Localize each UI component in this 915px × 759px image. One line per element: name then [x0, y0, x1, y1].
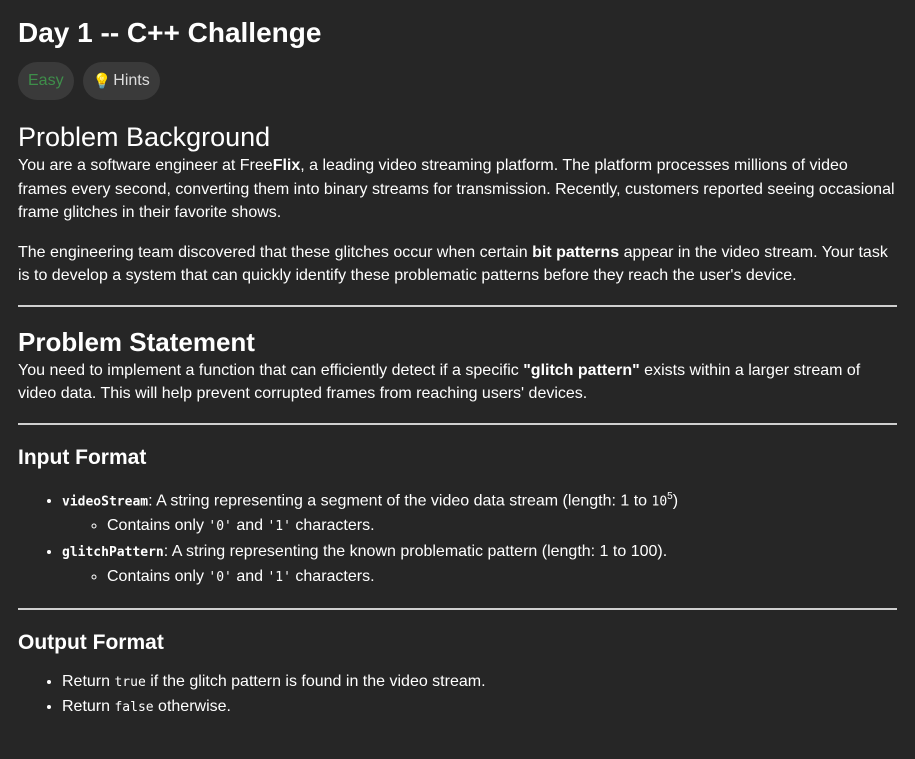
output-list: Return true if the glitch pattern is fou… [18, 670, 897, 721]
list-item: glitchPattern: A string representing the… [62, 540, 897, 591]
list-item: Contains only '0' and '1' characters. [107, 565, 897, 591]
divider [18, 304, 897, 307]
input-heading: Input Format [18, 445, 147, 469]
divider [18, 422, 897, 425]
background-heading: Problem Background [18, 122, 271, 152]
hints-label: Hints [113, 72, 150, 89]
lightbulb-icon: 💡 [92, 73, 112, 90]
list-item: Return false otherwise. [62, 695, 897, 721]
background-paragraph-1: You are a software engineer at FreeFlix,… [18, 157, 895, 221]
list-item: videoStream: A string representing a seg… [62, 485, 897, 540]
statement-paragraph: You need to implement a function that ca… [18, 361, 861, 403]
output-heading: Output Format [18, 630, 164, 654]
statement-heading: Problem Statement [18, 326, 255, 357]
input-list: videoStream: A string representing a seg… [18, 485, 897, 591]
problem-page: Day 1 -- C++ Challenge Easy 💡 Hints Probl… [0, 0, 915, 721]
hints-button[interactable]: 💡 Hints [82, 62, 160, 100]
divider [18, 607, 897, 610]
list-item: Contains only '0' and '1' characters. [107, 514, 897, 540]
background-paragraph-2: The engineering team discovered that the… [18, 243, 888, 285]
list-item: Return true if the glitch pattern is fou… [62, 670, 897, 696]
page-title: Day 1 -- C++ Challenge [18, 17, 322, 48]
difficulty-badge: Easy [18, 62, 74, 100]
